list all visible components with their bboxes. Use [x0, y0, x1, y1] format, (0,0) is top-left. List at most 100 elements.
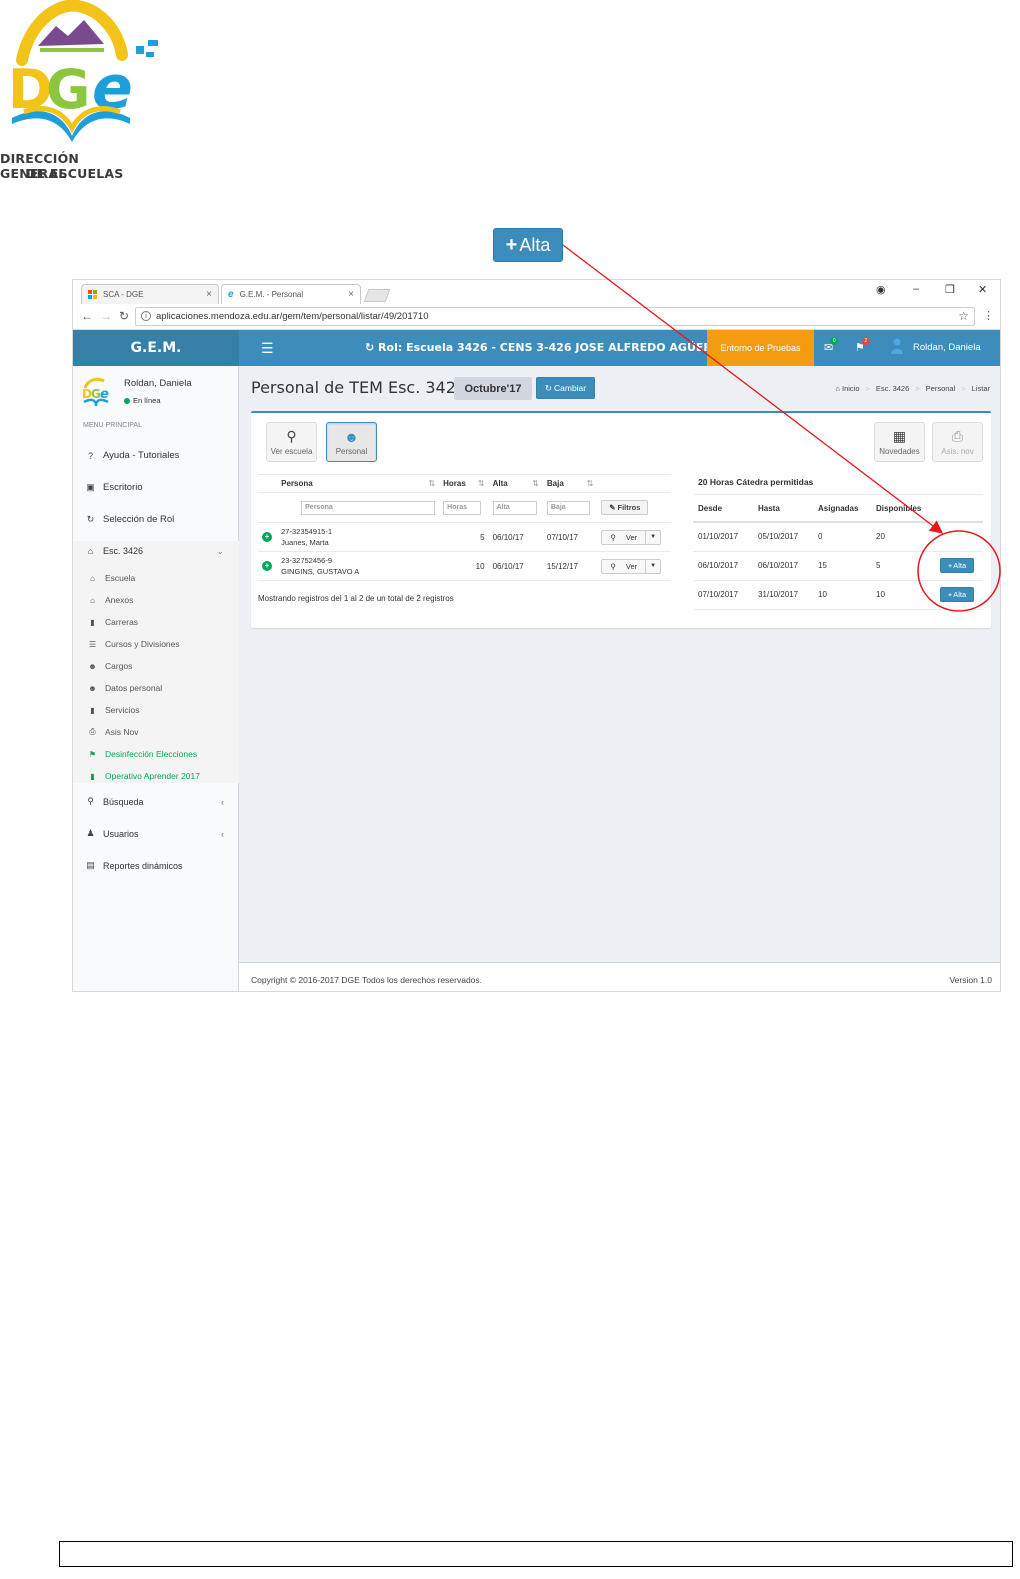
breadcrumb-esc[interactable]: Esc. 3426	[876, 384, 909, 393]
action-cell: + Alta	[935, 551, 983, 581]
actions-cell: ⚲ Ver ▼	[597, 522, 671, 552]
sidebar-item-usuarios[interactable]: ♟ Usuarios ‹	[86, 828, 236, 839]
sidebar-subitem-operativo[interactable]: ▮ Operativo Aprender 2017	[88, 771, 200, 781]
search-icon: ⚲	[610, 532, 616, 542]
breadcrumb-separator: >	[915, 384, 920, 393]
column-label: Horas	[443, 479, 466, 488]
sidebar-subitem-label: Datos personal	[105, 683, 163, 693]
sidebar-subitem-desinfeccion[interactable]: ⚑ Desinfección Elecciones	[88, 749, 197, 759]
asis-nov-button[interactable]: ⎙ Asis. nov	[932, 422, 983, 462]
flag-icon[interactable]: ⚑ 2	[855, 337, 870, 354]
sidebar-item-ayuda[interactable]: ? Ayuda - Tutoriales	[86, 450, 236, 461]
app-brand[interactable]: G.E.M.	[73, 330, 239, 366]
sidebar-item-label: Usuarios	[103, 828, 139, 839]
sidebar-item-label: Esc. 3426	[103, 546, 144, 556]
home-icon: ⌂	[87, 546, 94, 556]
user-avatar-icon[interactable]	[891, 338, 903, 354]
sort-icon[interactable]: ⇅	[587, 479, 594, 488]
sidebar-item-esc-3426[interactable]: ⌂ Esc. 3426 ⌄	[86, 546, 236, 557]
mail-icon[interactable]: ✉ 0	[824, 337, 839, 354]
personal-button[interactable]: ☻ Personal	[326, 422, 377, 462]
header-user-name[interactable]: Roldan, Daniela	[913, 342, 981, 353]
persona-column-header[interactable]: Persona ⇅	[277, 474, 440, 493]
hamburger-icon[interactable]: ☰	[261, 340, 274, 357]
sort-icon[interactable]: ⇅	[428, 479, 435, 488]
alta-button[interactable]: + Alta	[940, 558, 974, 573]
filter-persona-cell: Persona	[277, 492, 440, 523]
breadcrumb-separator: >	[961, 384, 966, 393]
breadcrumb-home[interactable]: ⌂ Inicio	[835, 384, 859, 393]
sidebar-item-label: Escritorio	[103, 482, 143, 493]
filtros-button[interactable]: ✎ Filtros	[601, 500, 649, 515]
menu-header: MENU PRINCIPAL	[83, 422, 142, 429]
novedades-button[interactable]: ▦ Novedades	[874, 422, 925, 462]
alta-filter-input[interactable]: Alta	[492, 500, 537, 515]
persona-filter-input[interactable]: Persona	[301, 500, 436, 515]
sidebar-subitem-carreras[interactable]: ▮ Carreras	[88, 617, 138, 627]
alta-column-header[interactable]: Alta ⇅	[488, 474, 543, 493]
sidebar-subitem-datos-personal[interactable]: ☻ Datos personal	[88, 683, 162, 693]
sidebar-subitem-escuela[interactable]: ⌂ Escuela	[88, 573, 135, 583]
sidebar-subitem-servicios[interactable]: ▮ Servicios	[88, 705, 139, 715]
baja-column-header[interactable]: Baja ⇅	[542, 474, 598, 493]
hours-table: 20 Horas Cátedra permitidas Desde Hasta …	[693, 470, 983, 610]
page-title: Personal de TEM Esc. 3426 -	[251, 378, 477, 397]
browser-tab-sca[interactable]: SCA - DGE ×	[81, 284, 219, 304]
sort-icon[interactable]: ⇅	[532, 479, 539, 488]
version-text: Version 1.0	[949, 975, 992, 985]
new-tab-button[interactable]	[363, 289, 391, 302]
sidebar-subitem-label: Carreras	[105, 617, 139, 627]
close-tab-icon[interactable]: ×	[206, 289, 212, 300]
ver-button[interactable]: ⚲ Ver ▼	[601, 529, 662, 545]
sidebar-subitem-anexos[interactable]: ⌂ Anexos	[88, 595, 133, 605]
url-text: aplicaciones.mendoza.edu.ar/gem/tem/pers…	[156, 311, 429, 322]
reload-icon[interactable]: ↻	[119, 309, 129, 323]
url-input[interactable]: i aplicaciones.mendoza.edu.ar/gem/tem/pe…	[135, 307, 975, 326]
cambiar-button[interactable]: ↻ Cambiar	[536, 377, 595, 399]
sidebar-subitem-asis-nov[interactable]: ⎙ Asis Nov	[88, 727, 138, 737]
ver-label: Ver	[625, 532, 638, 542]
expand-cell: +	[258, 522, 278, 552]
mail-count-badge: 0	[830, 337, 839, 345]
minimize-icon[interactable]: –	[913, 283, 919, 295]
menu-dots-icon[interactable]: ⋮	[983, 309, 994, 322]
sidebar-item-busqueda[interactable]: ⚲ Búsqueda ‹	[86, 796, 236, 807]
sidebar-item-escritorio[interactable]: ▣ Escritorio	[86, 482, 236, 493]
close-tab-icon[interactable]: ×	[348, 289, 354, 300]
sidebar-subitem-cargos[interactable]: ☻ Cargos	[88, 661, 132, 671]
alta-callout-button[interactable]: + Alta	[493, 228, 563, 262]
baja-filter-input[interactable]: Baja	[546, 500, 590, 515]
plus-icon: +	[947, 561, 953, 570]
caret-down-icon[interactable]: ▼	[645, 559, 660, 573]
ver-label: Ver	[625, 561, 638, 571]
sidebar-user-name: Roldan, Daniela	[124, 378, 192, 389]
flag-checkered-icon: ⚑	[88, 749, 97, 759]
close-window-icon[interactable]: ✕	[978, 283, 987, 296]
profile-icon[interactable]: ◉	[876, 283, 886, 296]
role-title[interactable]: ↻ Rol: Escuela 3426 - CENS 3-426 JOSE AL…	[365, 341, 721, 354]
horas-filter-input[interactable]: Horas	[443, 500, 482, 515]
refresh-icon: ↻	[86, 514, 95, 524]
info-icon[interactable]: i	[141, 311, 151, 321]
persona-cuil: 23-32752456-9	[281, 556, 333, 565]
ver-button[interactable]: ⚲ Ver ▼	[601, 558, 662, 574]
restore-icon[interactable]: ❐	[945, 283, 955, 296]
sort-icon[interactable]: ⇅	[478, 479, 485, 488]
ver-escuela-button[interactable]: ⚲ Ver escuela	[266, 422, 317, 462]
persona-name: GINGINS, GUSTAVO A	[281, 567, 360, 576]
horas-column-header[interactable]: Horas ⇅	[439, 474, 489, 493]
sidebar-subitem-cursos[interactable]: ☰ Cursos y Divisiones	[88, 639, 180, 649]
star-icon[interactable]: ☆	[958, 309, 969, 323]
back-icon[interactable]: ←	[81, 309, 93, 323]
forward-icon[interactable]: →	[100, 309, 112, 323]
expand-plus-icon[interactable]: +	[262, 561, 272, 571]
caret-down-icon[interactable]: ▼	[645, 530, 660, 544]
alta-button[interactable]: + Alta	[940, 587, 974, 602]
browser-tab-gem[interactable]: e G.E.M. - Personal ×	[221, 284, 361, 304]
expand-plus-icon[interactable]: +	[262, 532, 272, 542]
breadcrumb-personal[interactable]: Personal	[926, 384, 956, 393]
sidebar-item-reportes[interactable]: ▤ Reportes dinámicos	[86, 860, 236, 871]
sidebar-item-seleccion-rol[interactable]: ↻ Selección de Rol	[86, 514, 236, 525]
windows-grid-icon	[88, 290, 97, 299]
plus-icon: +	[947, 590, 953, 599]
